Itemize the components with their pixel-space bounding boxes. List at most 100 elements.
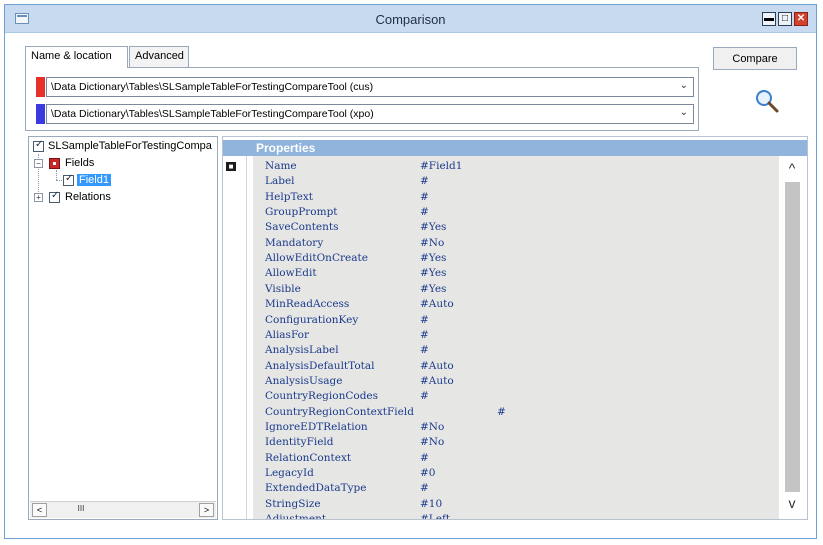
object-tree[interactable]: SLSampleTableForTestingCompa − Fields Fi… — [28, 136, 218, 520]
property-row: AliasFor # — [265, 329, 765, 344]
property-value: # — [497, 405, 506, 418]
checkbox-relations[interactable] — [49, 190, 60, 203]
scroll-track[interactable] — [785, 182, 800, 492]
property-value: #Left — [420, 513, 450, 519]
property-value: #No — [420, 236, 445, 249]
property-row: CountryRegionCodes # — [265, 390, 765, 405]
search-icon[interactable] — [754, 88, 780, 114]
properties-header: Properties — [223, 140, 807, 156]
property-name: ExtendedDataType — [265, 482, 367, 495]
scroll-thumb[interactable]: III — [74, 504, 88, 516]
tree-label-relations: Relations — [65, 191, 111, 203]
property-row: AllowEdit #Yes — [265, 267, 765, 282]
property-row: ConfigurationKey # — [265, 314, 765, 329]
chevron-down-icon[interactable]: ⌄ — [680, 80, 688, 91]
property-name: Label — [265, 175, 295, 188]
property-row: RelationContext # — [265, 452, 765, 467]
property-value: #Yes — [420, 282, 447, 295]
property-name: GroupPrompt — [265, 206, 338, 219]
property-row: HelpText # — [265, 191, 765, 206]
property-row: CountryRegionContextField # — [265, 406, 765, 421]
property-value: # — [420, 206, 429, 219]
name-location-panel: \Data Dictionary\Tables\SLSampleTableFor… — [25, 67, 699, 131]
tab-advanced[interactable]: Advanced — [129, 46, 189, 67]
property-name: Name — [265, 160, 297, 172]
expand-icon[interactable]: + — [34, 193, 43, 202]
property-value: #Auto — [420, 374, 454, 387]
property-name: SaveContents — [265, 221, 339, 234]
window-title: Comparison — [375, 12, 446, 27]
tab-name-location[interactable]: Name & location — [25, 46, 128, 68]
property-name: AllowEditOnCreate — [265, 252, 368, 265]
property-row: Visible #Yes — [265, 283, 765, 298]
scroll-left-icon[interactable]: < — [32, 503, 47, 517]
property-row: GroupPrompt # — [265, 206, 765, 221]
close-button[interactable]: ✕ — [794, 12, 808, 26]
source-row-xpo: \Data Dictionary\Tables\SLSampleTableFor… — [36, 104, 694, 124]
source-color-chip-cus — [36, 77, 45, 97]
tree-node-fields[interactable]: − Fields — [33, 156, 213, 172]
property-row: IgnoreEDTRelation #No — [265, 421, 765, 436]
property-name: IgnoreEDTRelation — [265, 420, 368, 433]
property-name: ConfigurationKey — [265, 313, 359, 326]
property-row: AnalysisDefaultTotal #Auto — [265, 360, 765, 375]
property-value: #Auto — [420, 298, 454, 311]
properties-text[interactable]: Name #Field1 Label # HelpText # GroupPrompt # Sa… — [253, 156, 780, 519]
scroll-up-icon[interactable]: ^ — [783, 160, 801, 178]
property-value: # — [420, 328, 429, 341]
scroll-down-icon[interactable]: v — [783, 495, 801, 513]
properties-pane: Properties ■ Name #Field1 Label # HelpText # G… — [222, 136, 808, 520]
property-name: CountryRegionContextField — [265, 405, 414, 418]
property-value: #Yes — [420, 252, 447, 265]
tree-label-field1: Field1 — [77, 174, 111, 186]
tree-node-root[interactable]: SLSampleTableForTestingCompa — [33, 139, 217, 155]
minimize-button[interactable]: ▬ — [762, 12, 776, 26]
property-row: Mandatory #No — [265, 237, 765, 252]
source-select-xpo[interactable]: \Data Dictionary\Tables\SLSampleTableFor… — [46, 104, 694, 124]
property-name: Visible — [265, 282, 301, 295]
property-value: # — [420, 451, 429, 464]
source-select-cus[interactable]: \Data Dictionary\Tables\SLSampleTableFor… — [46, 77, 694, 97]
property-row: LegacyId #0 — [265, 467, 765, 482]
property-name: Adjustment — [265, 513, 326, 519]
property-row: ExtendedDataType # — [265, 482, 765, 497]
property-row: IdentityField #No — [265, 436, 765, 451]
horizontal-scrollbar[interactable]: < III > — [30, 501, 216, 518]
property-row: Name #Field1 — [265, 160, 765, 175]
scroll-right-icon[interactable]: > — [199, 503, 214, 517]
compare-button[interactable]: Compare — [713, 47, 797, 70]
title-bar[interactable]: Comparison ▬ □ ✕ — [5, 5, 816, 33]
diff-marker-icon[interactable]: ■ — [226, 162, 236, 171]
property-row: MinReadAccess #Auto — [265, 298, 765, 313]
property-row: AnalysisUsage #Auto — [265, 375, 765, 390]
property-name: AliasFor — [265, 328, 309, 341]
property-value: #0 — [420, 467, 436, 479]
property-name: HelpText — [265, 190, 313, 203]
property-name: MinReadAccess — [265, 298, 350, 311]
checkbox-root[interactable] — [33, 139, 44, 152]
tree-label-fields: Fields — [65, 157, 95, 169]
checkbox-field1[interactable] — [63, 173, 74, 186]
source-color-chip-xpo — [36, 104, 45, 124]
property-name: AnalysisLabel — [265, 344, 339, 357]
property-value: # — [420, 313, 429, 326]
property-value: # — [420, 482, 429, 495]
property-value: # — [420, 190, 429, 203]
chevron-down-icon[interactable]: ⌄ — [680, 107, 688, 118]
property-name: CountryRegionCodes — [265, 390, 379, 403]
property-row: StringSize #10 — [265, 498, 765, 513]
maximize-button[interactable]: □ — [778, 12, 792, 26]
source-path-xpo: \Data Dictionary\Tables\SLSampleTableFor… — [51, 108, 374, 120]
property-name: AnalysisUsage — [265, 374, 343, 387]
property-name: LegacyId — [265, 467, 314, 479]
tree-node-field1[interactable]: Field1 — [63, 173, 213, 189]
collapse-icon[interactable]: − — [34, 159, 43, 168]
vertical-scrollbar[interactable]: ^ v — [779, 156, 806, 519]
property-value: #Yes — [420, 267, 447, 280]
property-row: Adjustment #Left — [265, 513, 765, 519]
fields-icon — [49, 158, 60, 169]
property-row: AnalysisLabel # — [265, 344, 765, 359]
property-value: #10 — [420, 497, 443, 510]
property-value: #No — [420, 420, 445, 433]
tree-node-relations[interactable]: + Relations — [33, 190, 213, 206]
